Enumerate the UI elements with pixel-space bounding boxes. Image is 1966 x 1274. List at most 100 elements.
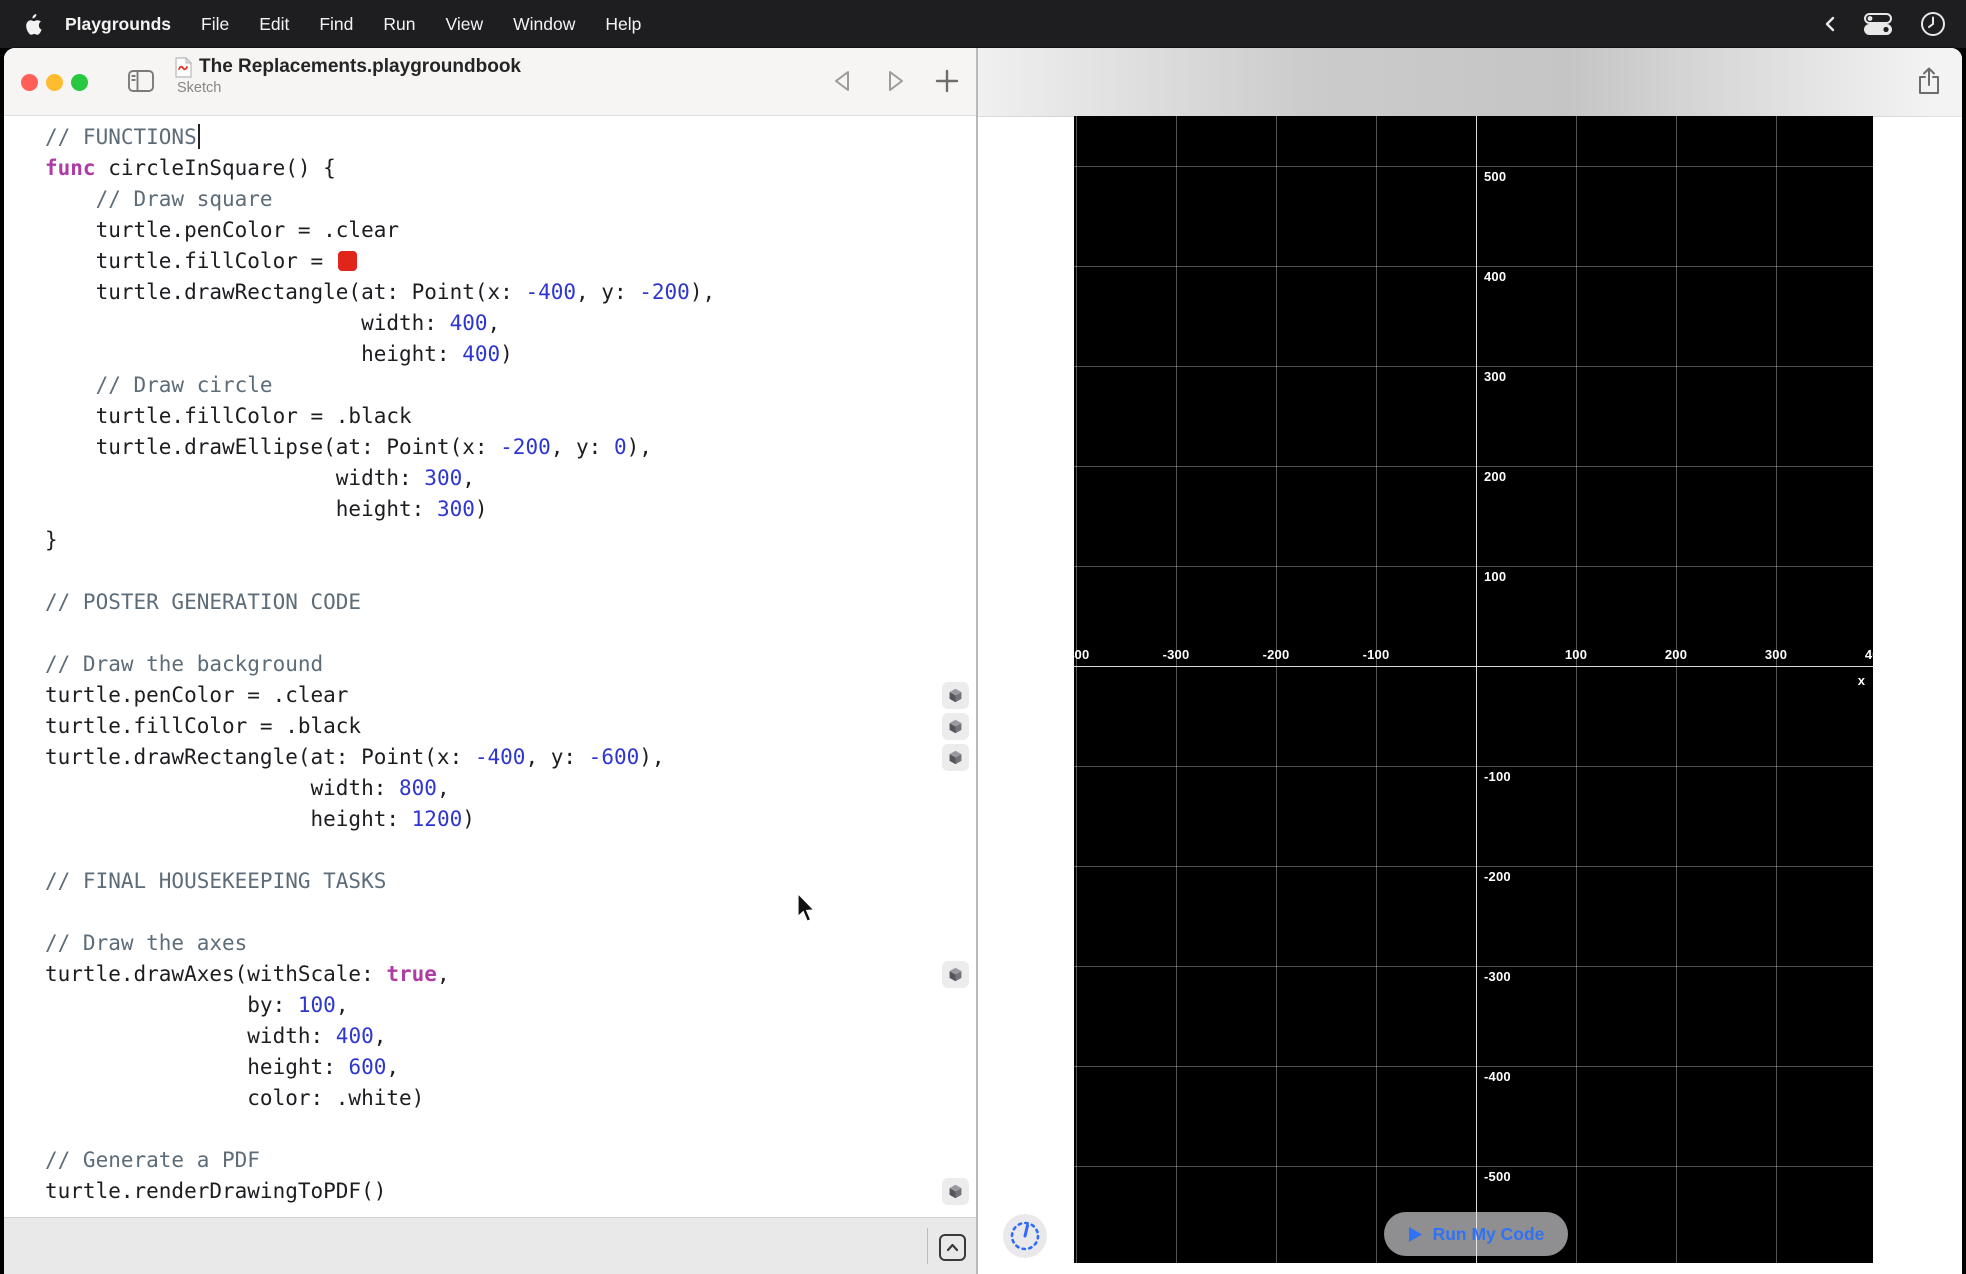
gridline-horizontal bbox=[1074, 1066, 1873, 1067]
minimize-button[interactable] bbox=[46, 74, 63, 91]
control-center-icon[interactable] bbox=[1862, 12, 1894, 36]
window-subtitle: Sketch bbox=[177, 80, 521, 96]
menu-items: PlaygroundsFileEditFindRunViewWindowHelp bbox=[50, 14, 656, 35]
close-button[interactable] bbox=[21, 74, 38, 91]
gridline-horizontal bbox=[1074, 266, 1873, 267]
y-tick-label: 500 bbox=[1484, 169, 1506, 184]
menu-item-run[interactable]: Run bbox=[368, 14, 430, 35]
gridline-horizontal bbox=[1074, 466, 1873, 467]
code-line[interactable]: // Generate a PDF bbox=[45, 1145, 976, 1176]
code-line[interactable]: height: 300) bbox=[45, 494, 976, 525]
code-line[interactable]: height: 1200) bbox=[45, 804, 976, 835]
code-line[interactable]: turtle.drawRectangle(at: Point(x: -400, … bbox=[45, 277, 976, 308]
y-tick-label: -200 bbox=[1484, 869, 1511, 884]
live-view-top-band bbox=[978, 48, 1962, 117]
chevron-left-icon[interactable] bbox=[1824, 15, 1836, 33]
code-line[interactable]: // POSTER GENERATION CODE bbox=[45, 587, 976, 618]
color-swatch-red[interactable] bbox=[338, 251, 357, 271]
code-line[interactable]: // Draw the axes bbox=[45, 928, 976, 959]
x-tick-label: -400 bbox=[1074, 647, 1089, 662]
code-panel: The Replacements.playgroundbook Sketch /… bbox=[4, 48, 976, 1274]
forward-button[interactable] bbox=[882, 66, 908, 96]
x-tick-label: -200 bbox=[1263, 647, 1290, 662]
code-line[interactable]: turtle.fillColor = .black bbox=[45, 711, 976, 742]
code-line[interactable]: turtle.fillColor = .black bbox=[45, 401, 976, 432]
gridline-horizontal bbox=[1074, 866, 1873, 867]
code-line[interactable] bbox=[45, 835, 976, 866]
run-speed-gauge-icon[interactable] bbox=[1003, 1214, 1047, 1258]
run-my-code-button[interactable]: Run My Code bbox=[1384, 1212, 1568, 1256]
code-line[interactable] bbox=[45, 556, 976, 587]
code-line[interactable]: // Draw circle bbox=[45, 370, 976, 401]
code-editor[interactable]: // FUNCTIONSfunc circleInSquare() { // D… bbox=[4, 116, 976, 1266]
code-line[interactable]: width: 300, bbox=[45, 463, 976, 494]
x-tick-label: 200 bbox=[1665, 647, 1687, 662]
zoom-button[interactable] bbox=[71, 74, 88, 91]
add-button[interactable] bbox=[934, 66, 960, 96]
gridline-vertical bbox=[1776, 116, 1777, 1263]
gridline-vertical bbox=[1676, 116, 1677, 1263]
menu-item-window[interactable]: Window bbox=[498, 14, 590, 35]
x-tick-label: -100 bbox=[1363, 647, 1390, 662]
sidebar-toggle-button[interactable] bbox=[125, 66, 157, 96]
back-button[interactable] bbox=[830, 66, 856, 96]
text-caret bbox=[198, 124, 200, 149]
x-axis-name-label: x bbox=[1858, 673, 1865, 688]
code-line[interactable]: func circleInSquare() { bbox=[45, 153, 976, 184]
menu-item-find[interactable]: Find bbox=[304, 14, 368, 35]
expand-keyboard-button[interactable] bbox=[939, 1234, 966, 1261]
gridline-horizontal bbox=[1074, 966, 1873, 967]
code-line[interactable]: // FINAL HOUSEKEEPING TASKS bbox=[45, 866, 976, 897]
code-line[interactable] bbox=[45, 1114, 976, 1145]
code-line[interactable]: turtle.drawAxes(withScale: true, bbox=[45, 959, 976, 990]
share-icon[interactable] bbox=[1914, 64, 1944, 98]
apple-menu-icon[interactable] bbox=[24, 14, 42, 35]
bottom-bar-divider bbox=[927, 1228, 928, 1264]
code-line[interactable]: width: 400, bbox=[45, 1021, 976, 1052]
code-line[interactable]: turtle.fillColor = bbox=[45, 246, 976, 277]
code-line[interactable]: } bbox=[45, 525, 976, 556]
code-line[interactable]: width: 400, bbox=[45, 308, 976, 339]
result-cube-button[interactable] bbox=[942, 744, 969, 771]
result-cube-button[interactable] bbox=[942, 713, 969, 740]
gridline-vertical bbox=[1176, 116, 1177, 1263]
code-line[interactable]: by: 100, bbox=[45, 990, 976, 1021]
x-tick-label: -300 bbox=[1163, 647, 1190, 662]
code-line[interactable]: turtle.drawEllipse(at: Point(x: -200, y:… bbox=[45, 432, 976, 463]
menu-item-view[interactable]: View bbox=[431, 14, 499, 35]
y-axis-line bbox=[1476, 116, 1477, 1263]
window-title: The Replacements.playgroundbook bbox=[199, 56, 521, 78]
result-cube-button[interactable] bbox=[942, 961, 969, 988]
code-line[interactable]: width: 800, bbox=[45, 773, 976, 804]
x-tick-label: 400 bbox=[1865, 647, 1873, 662]
code-line[interactable]: turtle.drawRectangle(at: Point(x: -400, … bbox=[45, 742, 976, 773]
code-line[interactable]: // Draw square bbox=[45, 184, 976, 215]
y-tick-label: 100 bbox=[1484, 569, 1506, 584]
menu-item-file[interactable]: File bbox=[186, 14, 244, 35]
code-line[interactable]: color: .white) bbox=[45, 1083, 976, 1114]
playgroundbook-icon bbox=[175, 57, 192, 78]
y-tick-label: -500 bbox=[1484, 1169, 1511, 1184]
editor-bottom-bar bbox=[4, 1217, 976, 1274]
gridline-horizontal bbox=[1074, 766, 1873, 767]
menu-item-help[interactable]: Help bbox=[590, 14, 656, 35]
code-line[interactable]: turtle.penColor = .clear bbox=[45, 680, 976, 711]
code-line[interactable]: // Draw the background bbox=[45, 649, 976, 680]
gridline-horizontal bbox=[1074, 566, 1873, 567]
menu-item-playgrounds[interactable]: Playgrounds bbox=[50, 14, 186, 35]
code-line[interactable]: height: 400) bbox=[45, 339, 976, 370]
code-line[interactable]: // FUNCTIONS bbox=[45, 122, 976, 153]
result-cube-button[interactable] bbox=[942, 1178, 969, 1205]
x-axis-line bbox=[1074, 666, 1873, 667]
clock-icon[interactable] bbox=[1920, 11, 1946, 37]
code-line[interactable]: turtle.penColor = .clear bbox=[45, 215, 976, 246]
code-line[interactable] bbox=[45, 618, 976, 649]
result-cube-button[interactable] bbox=[942, 682, 969, 709]
y-tick-label: 200 bbox=[1484, 469, 1506, 484]
code-line[interactable] bbox=[45, 897, 976, 928]
code-line[interactable]: height: 600, bbox=[45, 1052, 976, 1083]
y-tick-label: 300 bbox=[1484, 369, 1506, 384]
playgrounds-window: The Replacements.playgroundbook Sketch /… bbox=[4, 48, 1962, 1274]
menu-item-edit[interactable]: Edit bbox=[244, 14, 304, 35]
code-line[interactable]: turtle.renderDrawingToPDF() bbox=[45, 1176, 976, 1207]
